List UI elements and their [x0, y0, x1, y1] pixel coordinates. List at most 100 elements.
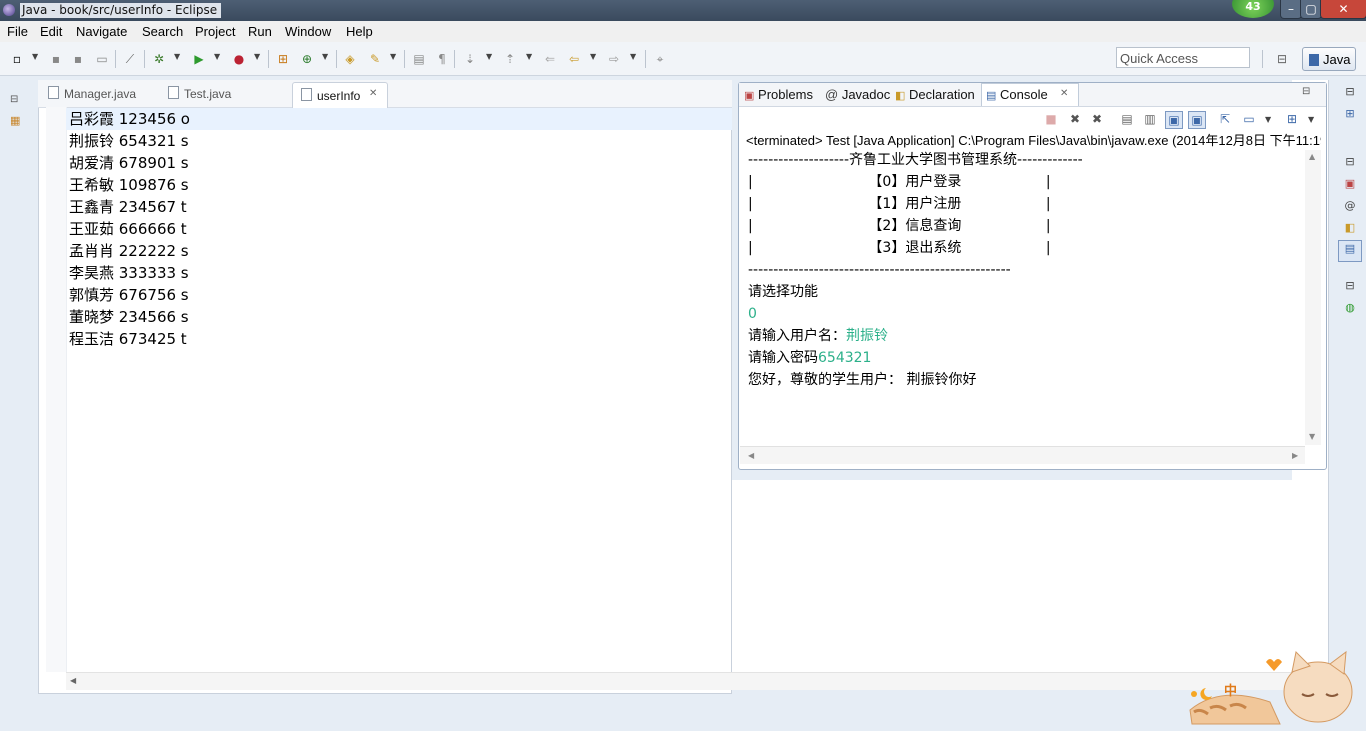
console-line: ----------------------------------------…: [748, 262, 1011, 278]
menu-navigate[interactable]: Navigate: [76, 24, 127, 39]
save-icon[interactable]: ▪: [48, 51, 64, 67]
text-line: 董晓梦 234566 s: [69, 308, 189, 326]
menu-project[interactable]: Project: [195, 24, 235, 39]
debug-icon[interactable]: ✲: [151, 51, 167, 67]
show-whitespace-icon[interactable]: ¶: [434, 51, 450, 67]
minimize-button[interactable]: –: [1280, 0, 1302, 19]
skip-breakpoints-icon[interactable]: ⟋: [122, 51, 138, 67]
problems-icon[interactable]: ▣: [1342, 176, 1358, 192]
scroll-lock-icon[interactable]: ▥: [1142, 111, 1158, 127]
scroll-left-icon[interactable]: ◀: [748, 451, 754, 460]
console-line: | 【1】用户注册 |: [748, 196, 1051, 212]
java-perspective-button[interactable]: Java: [1302, 47, 1356, 71]
close-tab-icon[interactable]: ✕: [1060, 88, 1068, 99]
console-vertical-scrollbar[interactable]: ▲ ▼: [1305, 150, 1321, 445]
run-icon[interactable]: ▶: [191, 51, 207, 67]
tab-declaration[interactable]: ◧ Declaration: [895, 87, 975, 102]
menu-file[interactable]: File: [7, 24, 28, 39]
previous-annotation-icon[interactable]: ⇡: [502, 51, 518, 67]
task-list-icon[interactable]: ◍: [1342, 300, 1358, 316]
menu-window[interactable]: Window: [285, 24, 331, 39]
new-dropdown-icon[interactable]: ▼: [32, 52, 38, 61]
close-tab-icon[interactable]: ✕: [369, 88, 377, 99]
restore-icon[interactable]: ⊟: [1342, 278, 1358, 294]
display-selected-console-icon[interactable]: ▭: [1241, 111, 1257, 127]
terminate-icon[interactable]: ■: [1043, 111, 1059, 127]
menu-run[interactable]: Run: [248, 24, 272, 39]
tab-userinfo[interactable]: userInfo ✕: [292, 82, 388, 108]
back-icon[interactable]: ⇦: [566, 51, 582, 67]
console-input: 荆振铃: [846, 328, 888, 344]
remove-all-terminated-icon[interactable]: ✖: [1089, 111, 1105, 127]
show-console-stdout-icon[interactable]: ▣: [1165, 111, 1183, 129]
quick-access-input[interactable]: Quick Access: [1116, 47, 1250, 68]
search-dropdown-icon[interactable]: ▼: [390, 52, 396, 61]
right-trim-stack: ⊟ ⊞ ⊟ ▣ @ ◧ ▤ ⊟ ◍: [1334, 80, 1366, 320]
minimize-view-icon[interactable]: ⊟: [1302, 86, 1310, 97]
back-dropdown-icon[interactable]: ▼: [590, 52, 596, 61]
console-output[interactable]: --------------------齐鲁工业大学图书管理系统--------…: [740, 150, 1305, 445]
previous-annotation-dropdown-icon[interactable]: ▼: [526, 52, 532, 61]
run-dropdown-icon[interactable]: ▼: [214, 52, 220, 61]
java-file-icon: [48, 86, 59, 99]
next-annotation-icon[interactable]: ⇣: [462, 51, 478, 67]
javadoc-icon[interactable]: @: [1342, 198, 1358, 214]
last-edit-location-icon[interactable]: ⇐: [542, 51, 558, 67]
text-line: 李昊燕 333333 s: [69, 264, 189, 282]
restore-icon[interactable]: ⊟: [1342, 154, 1358, 170]
scroll-right-icon[interactable]: ▶: [1292, 451, 1298, 460]
menu-search[interactable]: Search: [142, 24, 183, 39]
pin-editor-icon[interactable]: ⌖: [652, 51, 668, 67]
outline-icon[interactable]: ⊞: [1342, 106, 1358, 122]
scroll-down-icon[interactable]: ▼: [1309, 432, 1315, 441]
restore-icon[interactable]: ⊟: [10, 94, 18, 105]
open-perspective-icon[interactable]: ⊟: [1274, 51, 1290, 67]
forward-dropdown-icon[interactable]: ▼: [630, 52, 636, 61]
editor-horizontal-scrollbar[interactable]: ◀: [66, 672, 1292, 690]
print-icon[interactable]: ▭: [94, 51, 110, 67]
tab-console[interactable]: ▤ Console ✕: [981, 83, 1079, 106]
pin-console-icon[interactable]: ⇱: [1217, 111, 1233, 127]
clear-console-icon[interactable]: ▤: [1119, 111, 1135, 127]
close-button[interactable]: ✕: [1320, 0, 1366, 19]
external-tools-icon[interactable]: ●: [231, 51, 247, 67]
debug-dropdown-icon[interactable]: ▼: [174, 52, 180, 61]
new-java-package-icon[interactable]: ⊞: [275, 51, 291, 67]
console-icon[interactable]: ▤: [1338, 240, 1362, 262]
restore-icon[interactable]: ⊟: [1342, 84, 1358, 100]
save-all-icon[interactable]: ▪: [70, 51, 86, 67]
open-console-dropdown-icon[interactable]: ▼: [1308, 115, 1314, 124]
cat-mascot-icon: [1189, 650, 1353, 725]
menu-help[interactable]: Help: [346, 24, 373, 39]
menu-edit[interactable]: Edit: [40, 24, 62, 39]
scroll-up-icon[interactable]: ▲: [1309, 152, 1315, 161]
tab-problems[interactable]: ▣ Problems: [744, 87, 813, 102]
console-horizontal-scrollbar[interactable]: ◀ ▶: [740, 446, 1305, 464]
maximize-button[interactable]: ▢: [1300, 0, 1322, 19]
new-icon[interactable]: ▫: [9, 51, 25, 67]
toggle-mark-occurrences-icon[interactable]: ▤: [411, 51, 427, 67]
console-line: --------------------齐鲁工业大学图书管理系统--------…: [748, 152, 1083, 168]
package-explorer-icon[interactable]: ▦: [10, 114, 20, 127]
external-tools-dropdown-icon[interactable]: ▼: [254, 52, 260, 61]
declaration-icon[interactable]: ◧: [1342, 220, 1358, 236]
forward-icon[interactable]: ⇨: [606, 51, 622, 67]
ime-mode-label[interactable]: 中: [1224, 680, 1237, 699]
search-icon[interactable]: ✎: [367, 51, 383, 67]
show-console-stderr-icon[interactable]: ▣: [1188, 111, 1206, 129]
open-type-icon[interactable]: ◈: [342, 51, 358, 67]
next-annotation-dropdown-icon[interactable]: ▼: [486, 52, 492, 61]
display-console-dropdown-icon[interactable]: ▼: [1265, 115, 1271, 124]
new-class-dropdown-icon[interactable]: ▼: [322, 52, 328, 61]
notification-badge[interactable]: 43: [1232, 0, 1274, 18]
toolbar-separator: [268, 50, 269, 68]
open-console-icon[interactable]: ⊞: [1284, 111, 1300, 127]
new-java-class-icon[interactable]: ⊕: [299, 51, 315, 67]
remove-launch-icon[interactable]: ✖: [1067, 111, 1083, 127]
scroll-left-icon[interactable]: ◀: [70, 676, 76, 685]
toolbar-separator: [1262, 50, 1263, 68]
tab-manager-java[interactable]: Manager.java: [48, 86, 136, 101]
tab-test-java[interactable]: Test.java: [168, 86, 231, 101]
tab-javadoc[interactable]: @ Javadoc: [825, 87, 890, 102]
eclipse-logo-icon: [3, 4, 15, 16]
